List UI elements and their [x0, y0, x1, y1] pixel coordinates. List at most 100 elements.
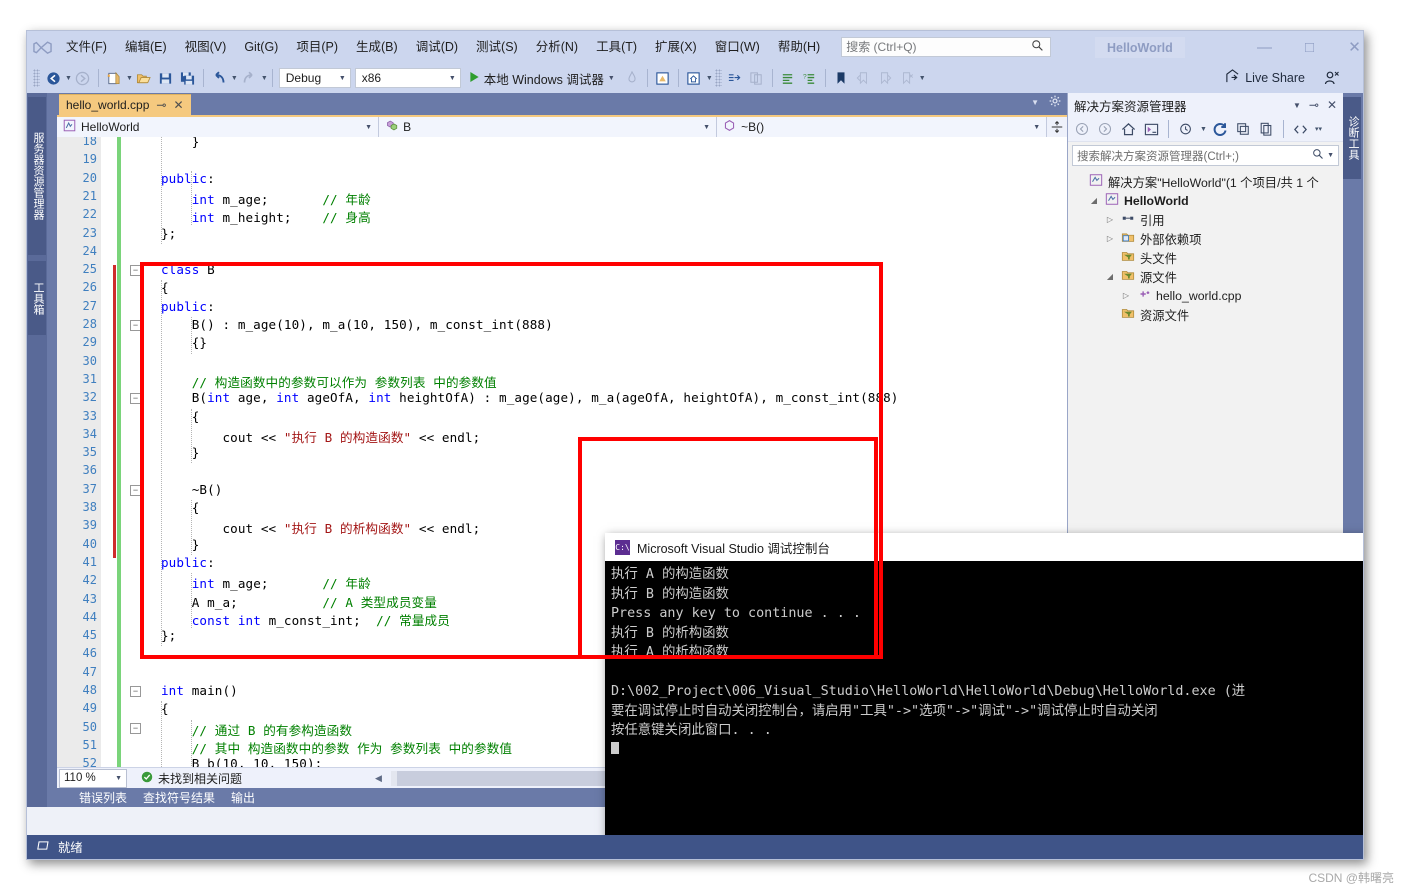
close-icon[interactable]: ✕: [173, 98, 183, 112]
chevron-down-icon[interactable]: ▼: [1200, 126, 1207, 133]
close-button[interactable]: ✕: [1332, 31, 1363, 63]
uncomment-selection-icon[interactable]: ?: [799, 67, 821, 89]
close-icon[interactable]: ✕: [1327, 98, 1337, 112]
menu-help[interactable]: 帮助(H): [769, 35, 829, 59]
menu-file[interactable]: 文件(F): [57, 35, 116, 59]
navigate-backward-icon[interactable]: [42, 67, 64, 89]
solution-explorer-home-icon[interactable]: [683, 67, 705, 89]
new-project-icon[interactable]: [103, 67, 125, 89]
menu-analyze[interactable]: 分析(N): [527, 35, 587, 59]
view-code-icon[interactable]: [1291, 119, 1311, 139]
fold-toggle-icon[interactable]: −: [130, 265, 141, 277]
code-line[interactable]: {: [161, 280, 169, 295]
tab-error-list[interactable]: 错误列表: [71, 789, 135, 806]
fold-toggle-icon[interactable]: −: [130, 320, 141, 331]
code-line[interactable]: // 其中 构造函数中的参数 作为 参数列表 中的参数值: [161, 738, 512, 757]
toolbar-overflow-icon[interactable]: ▼: [919, 75, 926, 82]
tree-node[interactable]: ◢ 源文件: [1072, 267, 1343, 286]
split-editor-button[interactable]: [1047, 117, 1067, 137]
collapse-all-icon[interactable]: [1233, 119, 1253, 139]
fold-toggle-icon[interactable]: −: [130, 484, 141, 496]
code-line[interactable]: {: [161, 500, 200, 515]
toggle-bookmark-icon[interactable]: [830, 67, 852, 89]
pending-changes-filter-icon[interactable]: [1176, 119, 1196, 139]
navigate-forward-icon[interactable]: [72, 67, 94, 89]
panel-menu-icon[interactable]: ▼: [1293, 101, 1301, 110]
fold-toggle-icon[interactable]: −: [130, 393, 141, 405]
gear-icon[interactable]: [1049, 95, 1061, 110]
undo-icon[interactable]: [208, 67, 230, 89]
solution-explorer-dropdown-icon[interactable]: ▼: [706, 75, 713, 82]
code-line[interactable]: }: [161, 445, 200, 460]
zoom-level-combo[interactable]: 110 % ▼: [59, 768, 127, 788]
code-line[interactable]: // 通过 B 的有参构造函数: [161, 720, 352, 739]
tree-node[interactable]: 头文件: [1072, 248, 1343, 267]
code-line[interactable]: B b(10, 10, 150);: [161, 756, 323, 767]
code-line[interactable]: cout << "执行 B 的构造函数" << endl;: [161, 427, 480, 446]
navbar-member-combo[interactable]: ~B() ▼: [717, 117, 1048, 137]
menu-window[interactable]: 窗口(W): [706, 35, 769, 59]
chevron-down-icon[interactable]: ▼: [365, 124, 372, 131]
tree-node[interactable]: ▷ hello_world.cpp: [1072, 286, 1343, 305]
menu-test[interactable]: 测试(S): [467, 35, 527, 59]
navbar-class-combo[interactable]: B ▼: [379, 117, 718, 137]
solution-configuration-combo[interactable]: Debug ▼: [278, 68, 351, 88]
fold-toggle-icon[interactable]: −: [130, 722, 141, 734]
debug-console-window[interactable]: C:\ Microsoft Visual Studio 调试控制台 执行 A 的…: [605, 533, 1363, 859]
fold-toggle-icon[interactable]: −: [130, 686, 141, 697]
menu-debug[interactable]: 调试(D): [407, 35, 467, 59]
autohide-tab-server-explorer[interactable]: 服务器资源管理器: [28, 97, 46, 255]
code-line[interactable]: // 构造函数中的参数可以作为 参数列表 中的参数值: [161, 372, 497, 391]
code-line[interactable]: {: [161, 701, 169, 716]
expander-collapsed-icon[interactable]: ▷: [1104, 215, 1116, 224]
code-line[interactable]: int m_age; // 年龄: [161, 189, 371, 208]
quick-search-box[interactable]: [841, 37, 1052, 57]
code-line[interactable]: public:: [161, 299, 215, 314]
toolbar-overflow-icon[interactable]: ▾▾: [1315, 125, 1322, 133]
expander-expanded-icon[interactable]: ◢: [1104, 272, 1116, 281]
pin-icon[interactable]: ⊸: [1309, 98, 1319, 112]
code-line[interactable]: };: [161, 628, 176, 643]
tree-node[interactable]: ▷ 外部依赖项: [1072, 229, 1343, 248]
solution-platform-combo[interactable]: x86 ▼: [354, 68, 461, 88]
code-line[interactable]: cout << "执行 B 的析构函数" << endl;: [161, 518, 480, 537]
new-project-dropdown-icon[interactable]: ▼: [126, 75, 133, 82]
code-line[interactable]: B(int age, int ageOfA, int heightOfA) : …: [161, 390, 899, 405]
hot-reload-icon[interactable]: [621, 67, 643, 89]
solution-explorer-search[interactable]: 搜索解决方案资源管理器(Ctrl+;) ▼: [1072, 145, 1339, 166]
code-line[interactable]: public:: [161, 171, 215, 186]
chevron-down-icon[interactable]: ▼: [1327, 152, 1334, 159]
code-line[interactable]: };: [161, 226, 176, 241]
tree-node[interactable]: 解决方案"HelloWorld"(1 个项目/共 1 个: [1072, 172, 1343, 191]
show-all-files-icon[interactable]: [1256, 119, 1276, 139]
autohide-tab-toolbox[interactable]: 工具箱: [28, 261, 46, 335]
active-files-dropdown-icon[interactable]: ▼: [1031, 98, 1039, 107]
pin-icon[interactable]: ⊸: [156, 98, 166, 112]
minimize-button[interactable]: —: [1242, 31, 1287, 63]
comment-selection-icon[interactable]: [777, 67, 799, 89]
menu-tools[interactable]: 工具(T): [587, 35, 646, 59]
expander-collapsed-icon[interactable]: ▷: [1104, 234, 1116, 243]
send-feedback-icon[interactable]: [1321, 67, 1343, 89]
toolbar-grip[interactable]: [33, 69, 40, 87]
tree-node[interactable]: 资源文件: [1072, 305, 1343, 324]
menu-edit[interactable]: 编辑(E): [116, 35, 176, 59]
expander-collapsed-icon[interactable]: ▷: [1120, 291, 1132, 300]
code-line[interactable]: int main(): [161, 683, 238, 698]
document-tab-hello-world-cpp[interactable]: hello_world.cpp ⊸ ✕: [59, 94, 191, 115]
menu-extensions[interactable]: 扩展(X): [646, 35, 706, 59]
expander-expanded-icon[interactable]: ◢: [1088, 196, 1100, 205]
search-input[interactable]: [846, 40, 1032, 54]
start-debugging-button[interactable]: 本地 Windows 调试器 ▼: [463, 69, 621, 88]
code-line[interactable]: }: [161, 137, 200, 149]
save-all-icon[interactable]: [177, 67, 199, 89]
code-line[interactable]: {}: [161, 335, 207, 350]
toolbar-grip[interactable]: [714, 69, 722, 87]
refresh-icon[interactable]: [1210, 119, 1230, 139]
chevron-down-icon[interactable]: ▼: [703, 124, 710, 131]
code-line[interactable]: B() : m_age(10), m_a(10, 150), m_const_i…: [161, 317, 553, 332]
tab-find-symbol-results[interactable]: 查找符号结果: [135, 789, 223, 806]
tree-node[interactable]: ▷ 引用: [1072, 210, 1343, 229]
autohide-tab-diagnostic-tools[interactable]: 诊断工具: [1343, 97, 1361, 179]
previous-bookmark-icon[interactable]: [852, 67, 874, 89]
